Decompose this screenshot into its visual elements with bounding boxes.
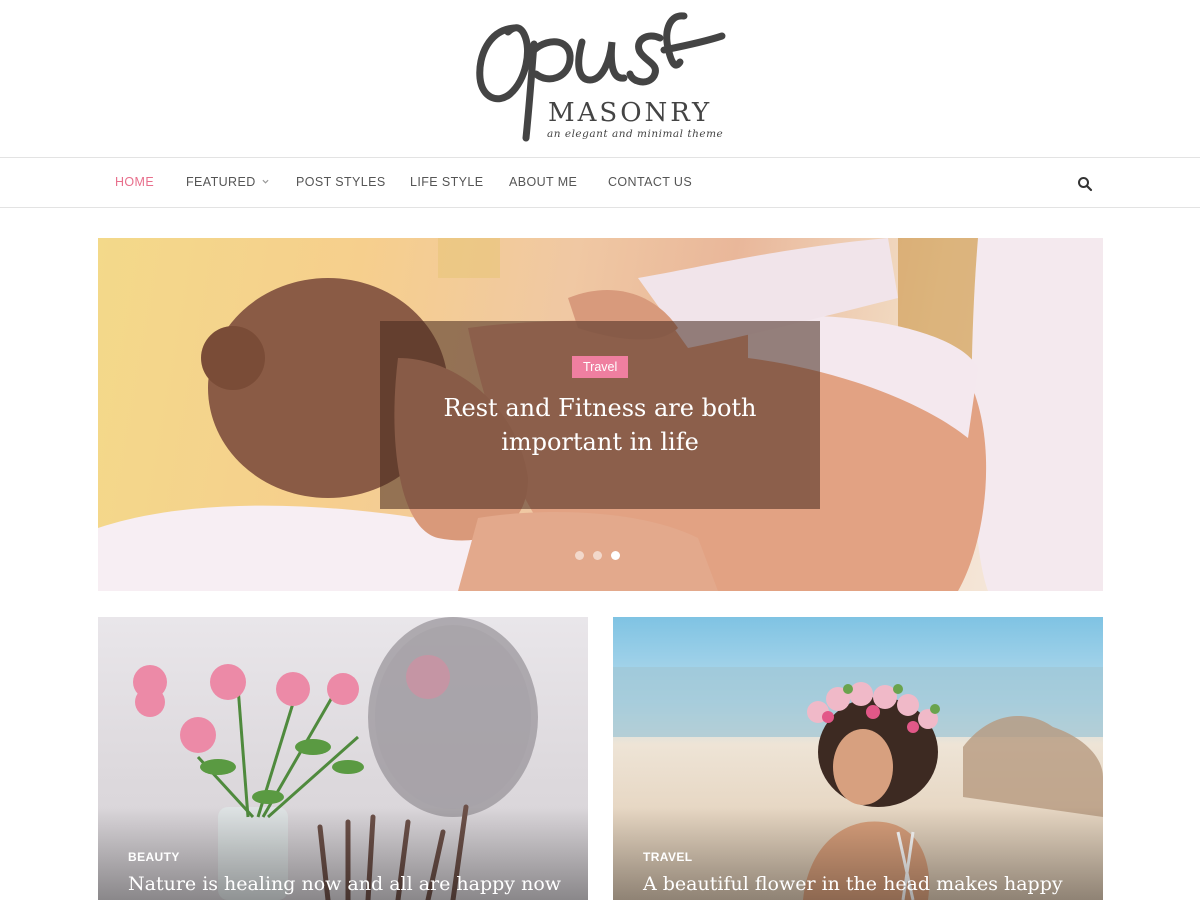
nav-item-contact-us[interactable]: CONTACT US bbox=[608, 175, 692, 189]
post-card[interactable]: BEAUTY Nature is healing now and all are… bbox=[98, 617, 588, 900]
slide-title-line-1: Rest and Fitness are both bbox=[443, 394, 757, 422]
search-icon[interactable] bbox=[1077, 176, 1093, 192]
nav-item-featured[interactable]: FEATURED bbox=[186, 175, 269, 189]
nav-item-life-style[interactable]: LIFE STYLE bbox=[410, 175, 483, 189]
main-navigation: HOME FEATURED POST STYLES LIFE STYLE ABO… bbox=[0, 157, 1200, 208]
logo-tagline: an elegant and minimal theme bbox=[547, 128, 724, 140]
post-category[interactable]: TRAVEL bbox=[643, 850, 693, 864]
logo-wordmark: MASONRY bbox=[548, 98, 713, 128]
slider-dot-3[interactable] bbox=[611, 551, 620, 560]
nav-item-about-me[interactable]: ABOUT ME bbox=[509, 175, 577, 189]
slider-dot-1[interactable] bbox=[575, 551, 584, 560]
featured-slider[interactable]: Travel Rest and Fitness are both importa… bbox=[98, 238, 1103, 591]
slide-title[interactable]: Rest and Fitness are both important in l… bbox=[380, 391, 820, 459]
post-title[interactable]: A beautiful flower in the head makes hap… bbox=[643, 873, 1063, 895]
slide-title-line-2: important in life bbox=[501, 428, 699, 456]
post-title[interactable]: Nature is healing now and all are happy … bbox=[128, 873, 561, 895]
post-card[interactable]: TRAVEL A beautiful flower in the head ma… bbox=[613, 617, 1103, 900]
slide-caption: Travel Rest and Fitness are both importa… bbox=[380, 321, 820, 509]
nav-item-home[interactable]: HOME bbox=[115, 175, 154, 189]
chevron-down-icon bbox=[262, 179, 269, 184]
nav-item-post-styles[interactable]: POST STYLES bbox=[296, 175, 386, 189]
slider-dot-2[interactable] bbox=[593, 551, 602, 560]
site-logo[interactable]: MASONRY an elegant and minimal theme bbox=[474, 8, 729, 148]
site-header: MASONRY an elegant and minimal theme bbox=[0, 0, 1200, 157]
slide-category-badge[interactable]: Travel bbox=[572, 356, 629, 378]
nav-item-featured-label: FEATURED bbox=[186, 175, 256, 189]
post-category[interactable]: BEAUTY bbox=[128, 850, 180, 864]
